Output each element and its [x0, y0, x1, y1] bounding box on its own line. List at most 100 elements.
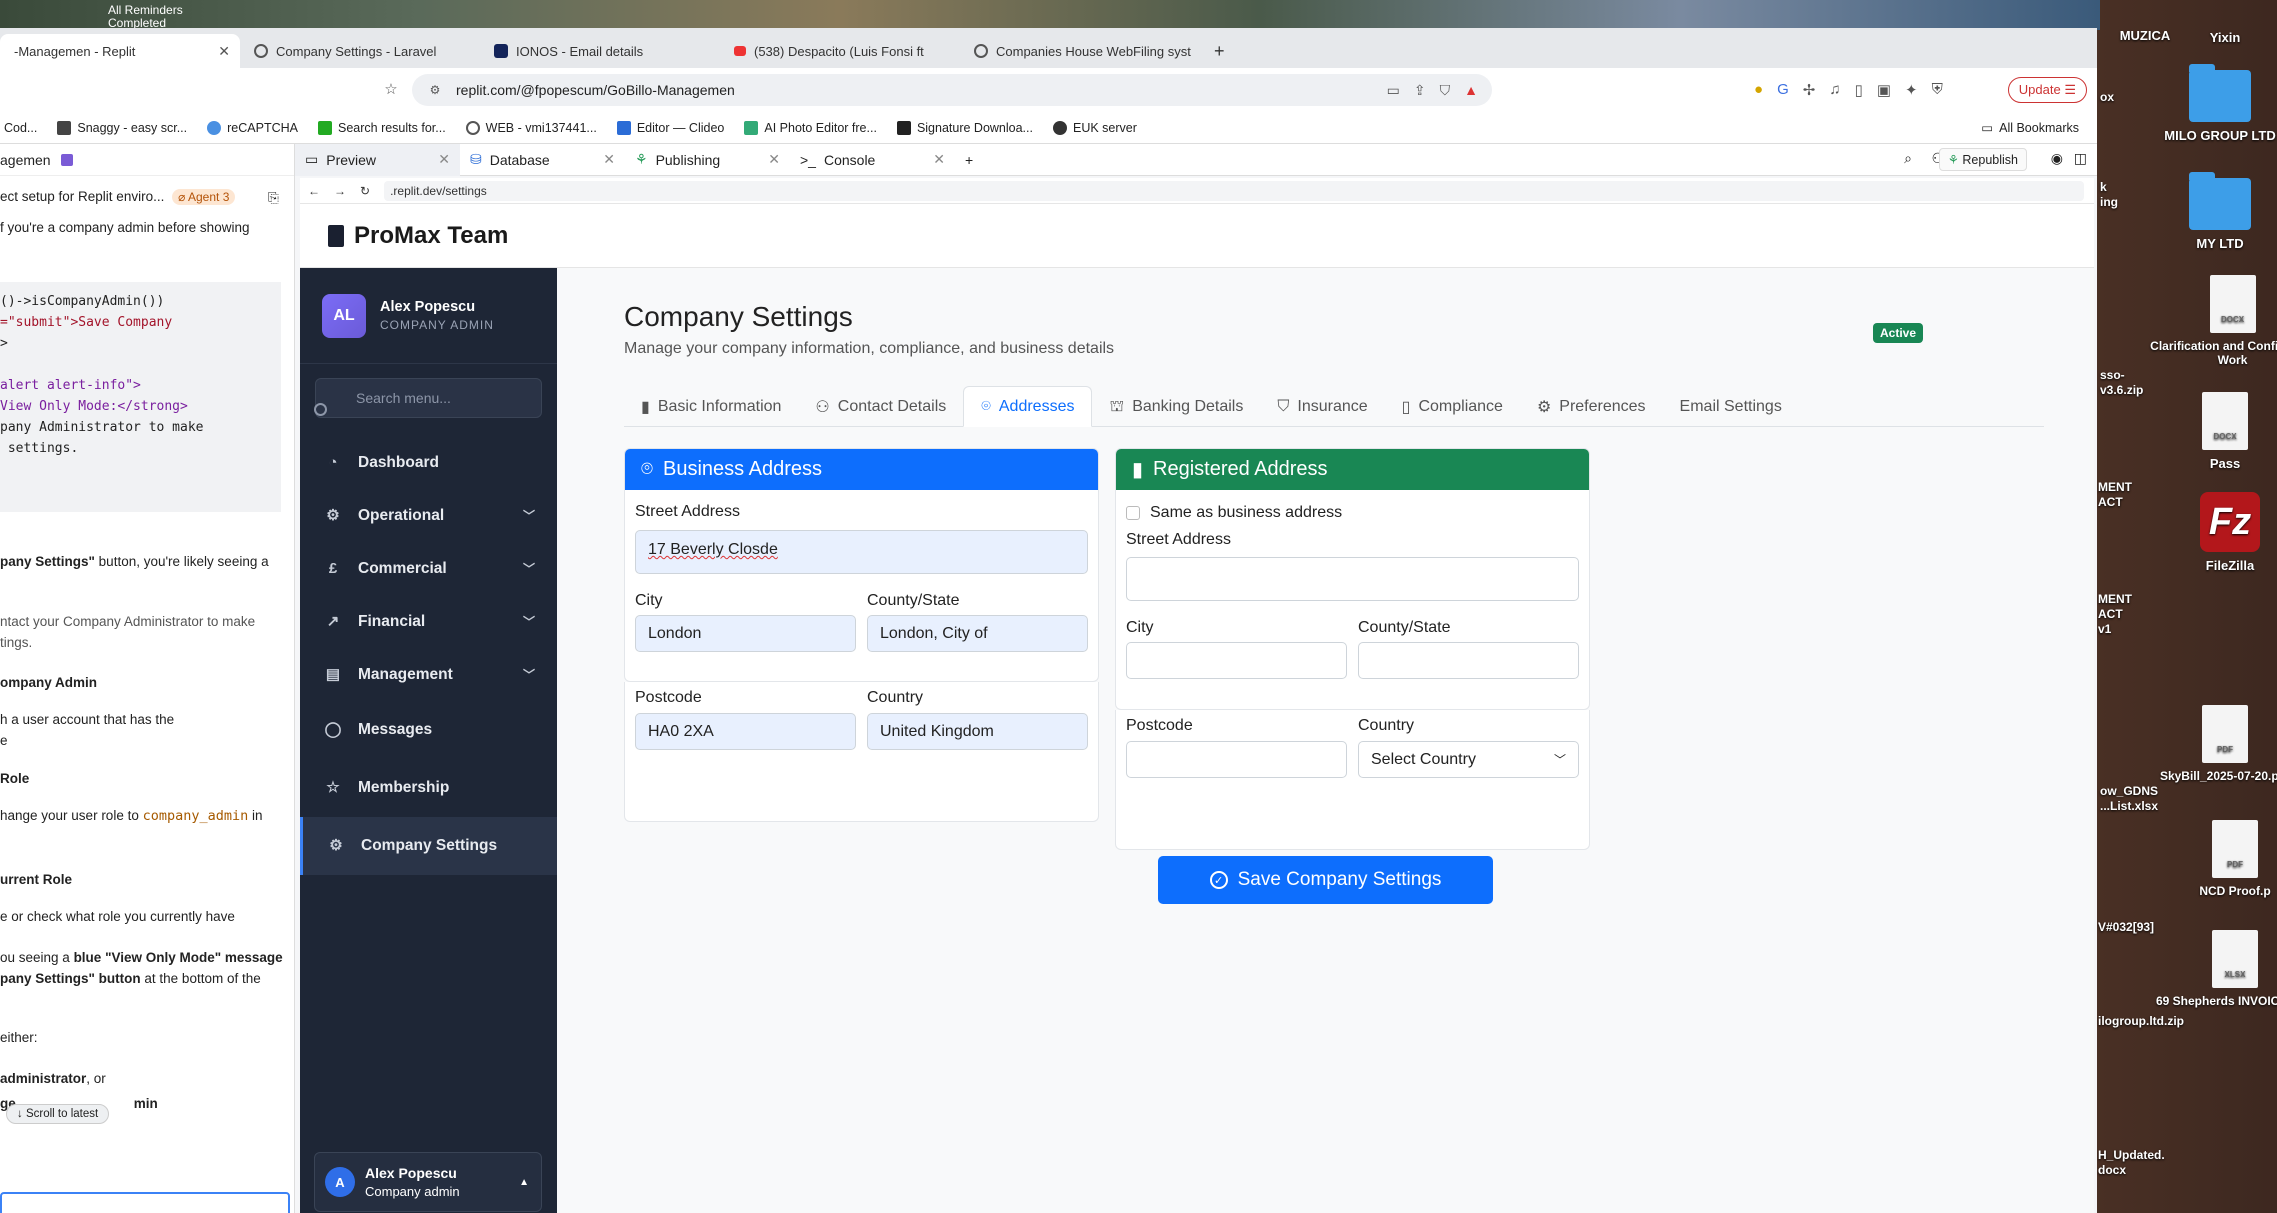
site-info-icon[interactable]: ⚙ [426, 81, 444, 99]
extension-icon[interactable]: ● [1754, 81, 1763, 99]
sidebar-icon[interactable]: ▯ [1855, 81, 1863, 99]
checkpoint-icon[interactable]: ⎘ [268, 190, 279, 206]
registered-country-select[interactable]: Select Country ﹀ [1358, 741, 1579, 778]
registered-street-input[interactable] [1126, 557, 1579, 601]
sidebar-item-financial[interactable]: ↗ Financial ﹀ [300, 595, 557, 648]
chat-input[interactable] [0, 1192, 290, 1213]
share-icon[interactable]: ⇪ [1414, 82, 1426, 99]
browser-tab-companies-house[interactable]: Companies House WebFiling syst [960, 34, 1200, 68]
tab-database[interactable]: ⛁ Database ✕ [460, 144, 625, 176]
docx-file-icon: DOCX [2202, 392, 2248, 450]
desktop-file-clarification[interactable]: DOCXClarification and Confirm...of Work [2140, 275, 2277, 367]
sidebar-item-dashboard[interactable]: ◔ Dashboard [300, 436, 557, 489]
tab-preferences[interactable]: ⚙ Preferences [1520, 386, 1663, 427]
bookmark-item[interactable]: EUK server [1052, 120, 1137, 135]
bookmark-item[interactable]: AI Photo Editor fre... [744, 120, 877, 135]
tab-email-settings[interactable]: Email Settings [1663, 386, 1799, 427]
tab-banking-details[interactable]: ⛫ Banking Details [1092, 386, 1260, 427]
tab-publishing[interactable]: ⚘ Publishing ✕ [625, 144, 790, 176]
bookmark-item[interactable]: Cod... [4, 121, 37, 135]
update-button[interactable]: Update ☰ [2007, 77, 2087, 103]
close-icon[interactable]: ✕ [218, 43, 230, 60]
tab-addresses[interactable]: ⌾ Addresses [963, 386, 1093, 427]
sidebar-footer-user[interactable]: A Alex Popescu Company admin ▲ [314, 1152, 542, 1212]
wallet-icon[interactable]: ▣ [1877, 81, 1891, 99]
republish-button[interactable]: ⚘ Republish [1938, 148, 2027, 171]
desktop-file-pass[interactable]: DOCX Pass [2140, 392, 2277, 471]
close-icon[interactable]: ✕ [768, 151, 780, 168]
browser-tab-replit[interactable]: -Managemen - Replit ✕ [0, 34, 240, 68]
bookmark-item[interactable]: WEB - vmi137441... [465, 120, 597, 135]
forward-icon[interactable]: → [334, 184, 346, 198]
translate-icon[interactable]: G [1777, 81, 1789, 99]
agent-chat-pane: agemen ect setup for Replit enviro... ⌀ … [0, 144, 295, 1213]
record-icon[interactable]: ◉ [2051, 150, 2063, 167]
sidebar-item-commercial[interactable]: £ Commercial ﹀ [300, 542, 557, 595]
new-tab-button[interactable]: + [1200, 34, 1240, 68]
checkbox-icon[interactable] [1126, 506, 1140, 520]
layout-icon[interactable]: ◫ [2074, 150, 2087, 167]
sidebar-item-management[interactable]: ▤ Management ﹀ [300, 648, 557, 701]
registered-city-input[interactable] [1126, 642, 1347, 679]
bookmark-item[interactable]: reCAPTCHA [207, 120, 298, 135]
preview-url-field[interactable]: .replit.dev/settings [384, 180, 2085, 201]
scroll-to-latest-button[interactable]: ↓ Scroll to latest [6, 1104, 110, 1124]
sidebar-search-input[interactable]: Search menu... [314, 378, 542, 418]
close-icon[interactable]: ✕ [933, 151, 945, 168]
browser-tab-youtube[interactable]: (538) Despacito (Luis Fonsi ft [720, 34, 960, 68]
bookmark-item[interactable]: Signature Downloa... [896, 120, 1033, 135]
reload-icon[interactable]: ↻ [360, 184, 370, 198]
sidebar-item-messages[interactable]: ◯ Messages [300, 701, 557, 759]
all-bookmarks[interactable]: ▭ All Bookmarks [1981, 120, 2079, 136]
bookmark-item[interactable]: Snaggy - easy scr... [57, 120, 187, 135]
tab-preview[interactable]: ▭ Preview ✕ [295, 143, 460, 176]
vpn-icon[interactable]: ⛨ [1932, 81, 1943, 99]
bookmark-icon[interactable]: ☆ [382, 81, 400, 99]
footer-user-role: Company admin [365, 1184, 460, 1199]
brave-rewards-icon[interactable]: ▲ [1464, 82, 1478, 99]
sidebar-item-operational[interactable]: ⚙ Operational ﹀ [300, 489, 557, 542]
registered-county-input[interactable] [1358, 642, 1579, 679]
back-icon[interactable]: ← [308, 184, 320, 198]
tab-console[interactable]: >_ Console ✕ [790, 144, 955, 176]
same-as-business-checkbox[interactable]: Same as business address [1126, 504, 1342, 522]
desktop-file-skybill[interactable]: PDFSkyBill_2025-07-20.pdf [2140, 705, 2277, 783]
desktop-file-ncd-proof[interactable]: PDF NCD Proof.p [2150, 820, 2277, 898]
business-country-input[interactable]: United Kingdom [867, 713, 1088, 750]
desktop-folder-my-ltd[interactable]: MY LTD [2135, 172, 2277, 251]
url-field[interactable]: ⚙ replit.com/@fpopescum/GoBillo-Manageme… [412, 74, 1492, 106]
desktop-app-filezilla[interactable]: Fz FileZilla [2145, 492, 2277, 573]
desktop-icon-yixin[interactable]: Yixin [2140, 30, 2277, 45]
desktop-folder-milo-group[interactable]: MILO GROUP LTD [2135, 64, 2277, 143]
business-street-input[interactable]: 17 Beverly Closde [635, 530, 1088, 574]
bookmark-item[interactable]: Search results for... [317, 120, 446, 135]
business-county-input[interactable]: London, City of [867, 615, 1088, 652]
media-icon[interactable]: ♫ [1829, 81, 1840, 99]
cast-icon[interactable]: ▭ [1387, 82, 1400, 99]
add-tab-button[interactable]: + [955, 144, 995, 176]
save-company-settings-button[interactable]: ✓ Save Company Settings [1158, 856, 1493, 904]
brave-shield-icon[interactable]: ⛉ [1440, 82, 1451, 99]
avatar: AL [322, 293, 366, 338]
tab-contact-details[interactable]: ⚇ Contact Details [798, 386, 963, 427]
close-icon[interactable]: ✕ [438, 151, 450, 168]
brand-name[interactable]: ProMax Team [354, 222, 508, 250]
search-icon[interactable]: ⌕ [1904, 150, 1912, 167]
browser-tab-laravel[interactable]: Company Settings - Laravel [240, 34, 480, 68]
business-city-input[interactable]: London [635, 615, 856, 652]
bookmark-item[interactable]: Editor — Clideo [616, 120, 724, 135]
app-header: ProMax Team [300, 204, 2094, 268]
sidebar-item-company-settings[interactable]: ⚙ Company Settings [300, 817, 557, 875]
close-icon[interactable]: ✕ [603, 151, 615, 168]
browser-tab-ionos[interactable]: IONOS - Email details [480, 34, 720, 68]
puzzle-icon[interactable]: ✢ [1803, 81, 1816, 99]
registered-postcode-input[interactable] [1126, 741, 1347, 778]
tab-compliance[interactable]: ▯ Compliance [1385, 386, 1520, 427]
leo-icon[interactable]: ✦ [1905, 81, 1918, 99]
business-postcode-input[interactable]: HA0 2XA [635, 713, 856, 750]
sidebar-item-membership[interactable]: ☆ Membership [300, 759, 557, 817]
avatar: A [325, 1167, 355, 1197]
tab-basic-information[interactable]: ▮ Basic Information [624, 386, 798, 427]
tab-insurance[interactable]: ⛉ Insurance [1260, 386, 1384, 427]
desktop-file-shepherds-invoice[interactable]: XLSX69 Shepherds INVOICE 44.x [2150, 930, 2277, 1008]
